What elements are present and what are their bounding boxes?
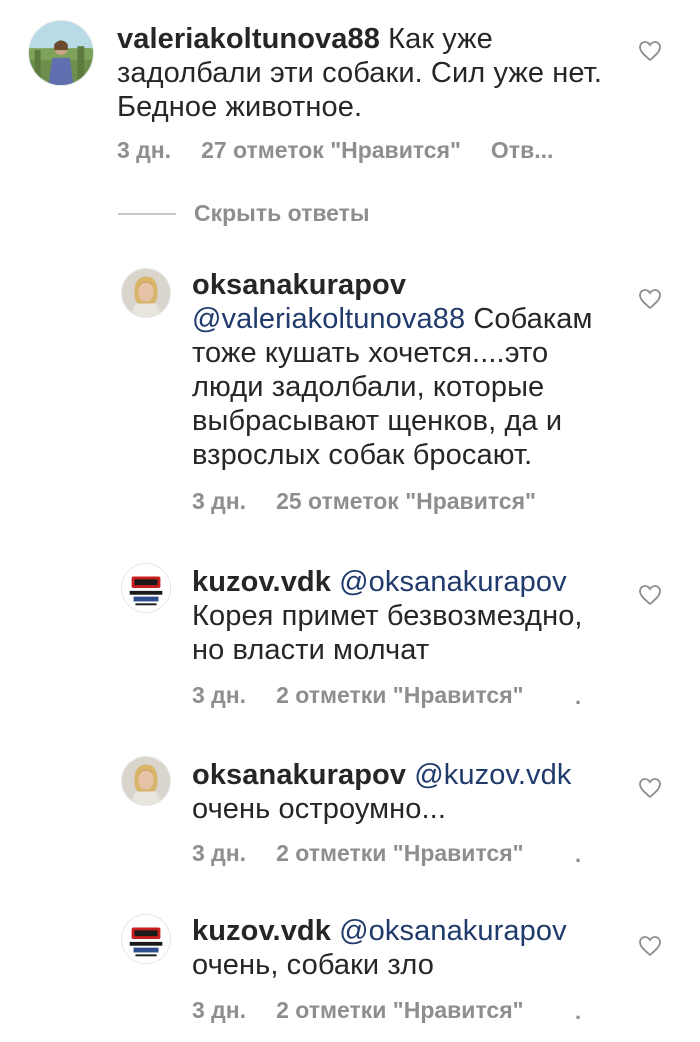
kuzov-logo-icon (122, 915, 170, 963)
comment-username[interactable]: oksanakurapov (192, 269, 406, 301)
like-heart-button[interactable] (638, 935, 662, 957)
comment-meta: 3 дн. 2 отметки "Нравится" (192, 682, 554, 709)
kuzov-logo-icon (122, 564, 170, 612)
heart-icon (639, 41, 661, 62)
comment-time: 3 дн. (117, 137, 172, 163)
comment-likes[interactable]: 2 отметки "Нравится" (276, 997, 523, 1023)
like-heart-button[interactable] (638, 40, 662, 62)
avatar[interactable] (28, 20, 94, 86)
reply-button[interactable]: . (575, 684, 581, 710)
comment-meta: 3 дн. 27 отметок "Нравится" Отв... (117, 137, 583, 164)
comment-body: valeriakoltunova88 Как уже задолбали эти… (117, 22, 627, 124)
avatar[interactable] (121, 914, 171, 964)
comment-body: kuzov.vdk @oksanakurapov Корея примет бе… (192, 565, 622, 667)
avatar-photo-icon (122, 269, 170, 317)
like-heart-button[interactable] (638, 288, 662, 310)
comment-meta: 3 дн. 2 отметки "Нравится" (192, 997, 554, 1024)
heart-icon (639, 936, 661, 957)
comment-body: oksanakurapov @valeriakoltunova88 Собака… (192, 268, 612, 472)
hide-replies-row[interactable]: Скрыть ответы (118, 200, 370, 227)
hide-replies-button[interactable]: Скрыть ответы (194, 200, 370, 227)
comment-mention[interactable]: @kuzov.vdk (414, 759, 571, 791)
heart-icon (639, 289, 661, 310)
comment-username[interactable]: valeriakoltunova88 (117, 23, 380, 55)
comment-username[interactable]: kuzov.vdk (192, 915, 331, 947)
like-heart-button[interactable] (638, 584, 662, 606)
comment-mention[interactable]: @oksanakurapov (339, 915, 567, 947)
reply-button[interactable]: Отв... (491, 137, 553, 163)
reply-button[interactable]: . (575, 999, 581, 1025)
comment-meta: 3 дн. 25 отметок "Нравится" (192, 488, 566, 515)
avatar-photo-icon (122, 757, 170, 805)
comment-time: 3 дн. (192, 997, 247, 1023)
comment-time: 3 дн. (192, 488, 247, 514)
like-heart-button[interactable] (638, 777, 662, 799)
comment-time: 3 дн. (192, 840, 247, 866)
comment-text: очень остроумно... (192, 793, 446, 825)
comment-likes[interactable]: 27 отметок "Нравится" (201, 137, 461, 163)
comment-mention[interactable]: @oksanakurapov (339, 566, 567, 598)
comment-likes[interactable]: 2 отметки "Нравится" (276, 840, 523, 866)
heart-icon (639, 585, 661, 606)
avatar[interactable] (121, 563, 171, 613)
comment-likes[interactable]: 25 отметок "Нравится" (276, 488, 536, 514)
comment-username[interactable]: kuzov.vdk (192, 566, 331, 598)
comment-body: oksanakurapov @kuzov.vdk очень остроумно… (192, 758, 622, 826)
avatar-photo-icon (29, 21, 93, 85)
comment-time: 3 дн. (192, 682, 247, 708)
comment-body: kuzov.vdk @oksanakurapov очень, собаки з… (192, 914, 622, 982)
divider (118, 212, 176, 215)
comment-meta: 3 дн. 2 отметки "Нравится" (192, 840, 554, 867)
comment-username[interactable]: oksanakurapov (192, 759, 406, 791)
reply-button[interactable]: . (575, 842, 581, 868)
heart-icon (639, 778, 661, 799)
comment-text: Корея примет безвозмездно, но власти мол… (192, 600, 583, 666)
comment-text: очень, собаки зло (192, 949, 434, 981)
avatar[interactable] (121, 756, 171, 806)
comment-mention[interactable]: @valeriakoltunova88 (192, 303, 465, 335)
avatar[interactable] (121, 268, 171, 318)
comment-likes[interactable]: 2 отметки "Нравится" (276, 682, 523, 708)
